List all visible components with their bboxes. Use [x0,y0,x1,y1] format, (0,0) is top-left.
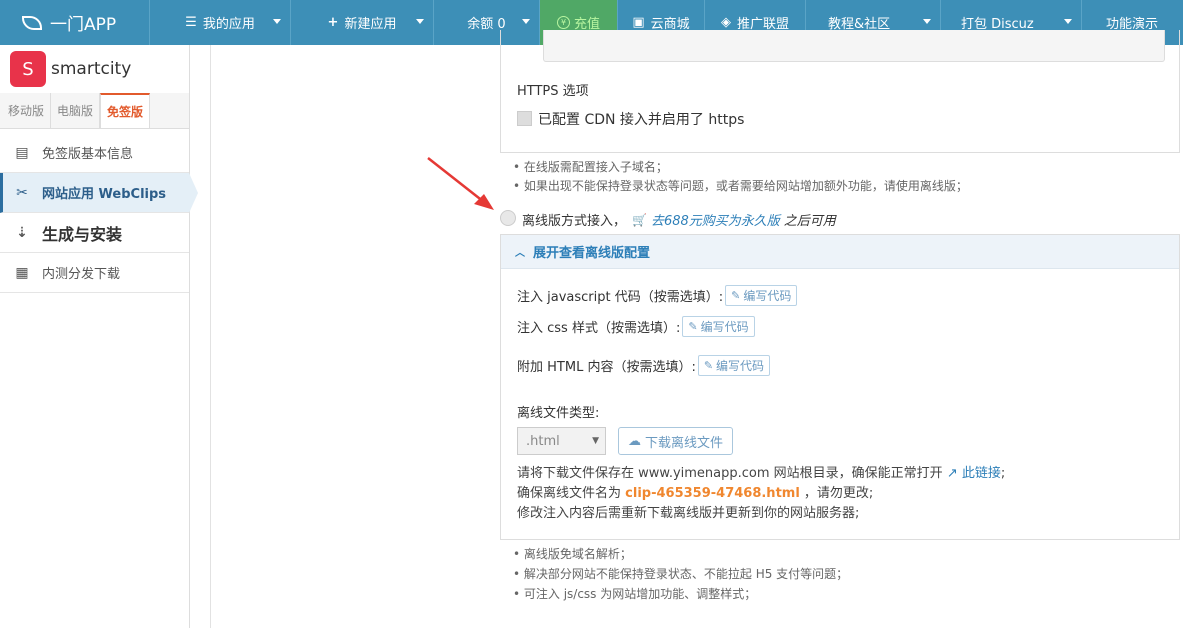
offline-panel-header[interactable]: ︿ 展开查看离线版配置 [501,235,1179,269]
file-type-value: .html [526,433,560,449]
note-text: ; [1000,466,1006,481]
pencil-icon: ✎ [703,359,714,372]
chevron-down-icon[interactable] [416,19,424,24]
inject-html-label: 附加 HTML 内容（按需选填）: [517,360,696,375]
download-offline-button[interactable]: ☁ 下载离线文件 [618,427,733,455]
note-save-root: 请将下载文件保存在 www.yimenapp.com 网站根目录，确保能正常打开… [517,462,1005,481]
plus-icon: + [327,15,339,30]
code-textarea[interactable] [543,30,1165,62]
note-text: 确保离线文件名为 [517,486,622,501]
note-text: 请将下载文件保存在 www.yimenapp.com 网站根目录，确保能正常打开 [517,466,943,481]
chevron-down-icon[interactable] [522,19,530,24]
cloud-download-icon: ☁ [627,433,641,449]
inject-html-row: 附加 HTML 内容（按需选填）: ✎ 编写代码 [517,355,771,376]
nav-label: 我的应用 [202,17,255,32]
chevron-down-icon[interactable] [923,19,931,24]
chevron-down-icon[interactable] [273,19,281,24]
sidebar-item-basic-info[interactable]: ▤ 免签版基本信息 [0,133,189,173]
yen-coin-icon: ¥ [556,16,570,29]
offline-config-panel: ︿ 展开查看离线版配置 注入 javascript 代码（按需选填）: ✎ 编写… [500,234,1180,540]
sidebar-item-beta-download[interactable]: ▦ 内测分发下载 [0,253,189,293]
download-btn-label: 下载离线文件 [644,435,723,451]
https-title: HTTPS 选项 [517,84,589,99]
offline-radio[interactable] [500,210,516,226]
edit-btn-label: 编写代码 [743,289,792,303]
https-checkbox-label: 已配置 CDN 接入并启用了 https [538,112,745,128]
scissors-icon: ✂ [16,184,28,201]
inject-css-row: 注入 css 样式（按需选填）: ✎ 编写代码 [517,316,755,337]
offline-option-label: 离线版方式接入， [522,214,627,229]
chevron-down-icon: ▼ [592,436,599,446]
tab-desktop[interactable]: 电脑版 [51,93,100,128]
this-link[interactable]: 此链接 [962,466,1001,481]
buy-permanent-link[interactable]: 去688元购买为永久版 [651,210,780,229]
inject-css-label: 注入 css 样式（按需选填）: [517,321,681,336]
online-config-panel: HTTPS 选项 已配置 CDN 接入并启用了 https [500,30,1180,153]
inject-js-row: 注入 javascript 代码（按需选填）: ✎ 编写代码 [517,285,798,306]
sidebar-item-label: 生成与安装 [42,224,123,244]
content-divider [210,45,211,628]
tab-mobile[interactable]: 移动版 [2,93,51,128]
diamond-icon: ◈ [720,15,731,30]
leaf-icon [22,15,42,30]
note-text: ，请勿更改; [803,486,874,501]
pencil-icon: ✎ [731,289,741,302]
brand-logo[interactable]: 一门APP [0,0,150,45]
offline-panel-title: 展开查看离线版配置 [533,246,651,261]
nav-label: 新建应用 [344,17,397,32]
external-link-icon: ↗ [946,466,958,481]
qrcode-icon: ▦ [15,264,29,281]
offline-option-row: 离线版方式接入， 🛒 去688元购买为永久版 之后可用 [522,210,836,230]
hint-login-payment: • 解决部分网站不能保持登录状态、不能拉起 H5 支付等问题； [513,567,849,581]
app-header: S smartcity [0,45,189,93]
app-name: smartcity [51,59,132,79]
red-arrow-icon [427,157,494,210]
edit-btn-label: 编写代码 [700,320,749,334]
note-filename: 确保离线文件名为 clip-465359-47468.html ，请勿更改; [517,482,873,501]
after-text: 之后可用 [783,214,836,229]
info-card-icon: ▤ [15,144,29,161]
sidebar-menu: ▤ 免签版基本信息 ✂ 网站应用 WebClips ⇣ 生成与安装 ▦ 内测分发… [0,133,198,293]
inject-js-label: 注入 javascript 代码（按需选填）: [517,290,724,305]
edit-btn-label: 编写代码 [716,359,765,373]
pencil-icon: ✎ [688,320,698,333]
edit-js-button[interactable]: ✎ 编写代码 [725,285,798,306]
brand-name: 一门APP [50,15,117,35]
sidebar-item-label: 免签版基本信息 [42,147,134,162]
file-type-select[interactable]: .html ▼ [517,427,606,455]
version-tabs: 移动版 电脑版 免签版 [0,93,189,129]
edit-html-button[interactable]: ✎ 编写代码 [697,355,771,376]
hint-inject-js-css: • 可注入 js/css 为网站增加功能、调整样式； [513,587,757,601]
https-checkbox[interactable] [517,111,532,126]
app-logo: S [10,51,46,87]
offline-filename: clip-465359-47468.html [625,486,800,501]
note-redownload: 修改注入内容后需重新下载离线版并更新到你的网站服务器; [517,506,860,521]
nav-my-apps[interactable]: ☰ 我的应用 [150,0,291,45]
nav-new-app[interactable]: + 新建应用 [291,0,434,45]
sidebar-item-label: 内测分发下载 [42,267,121,282]
sidebar: S smartcity 移动版 电脑版 免签版 ▤ 免签版基本信息 ✂ 网站应用… [0,45,198,628]
sidebar-item-build[interactable]: ⇣ 生成与安装 [0,213,189,253]
edit-css-button[interactable]: ✎ 编写代码 [682,316,755,337]
store-icon: ▣ [632,15,645,30]
sidebar-item-label: 网站应用 WebClips [42,187,167,202]
hint-online-subdomain: • 在线版需配置接入子域名； [513,160,668,174]
hint-no-dns: • 离线版免域名解析； [513,547,632,561]
tab-webclip[interactable]: 免签版 [100,93,150,128]
chevron-down-icon[interactable] [1064,19,1072,24]
cart-icon: 🛒 [632,212,647,227]
menu-lines-icon: ☰ [185,15,197,30]
chevron-up-icon: ︿ [515,248,525,259]
hint-use-offline: • 如果出现不能保持登录状态等问题，或者需要给网站增加额外功能，请使用离线版； [513,179,968,193]
build-download-icon: ⇣ [16,224,28,241]
sidebar-item-webclips[interactable]: ✂ 网站应用 WebClips [0,173,198,213]
file-type-label: 离线文件类型: [517,406,600,421]
